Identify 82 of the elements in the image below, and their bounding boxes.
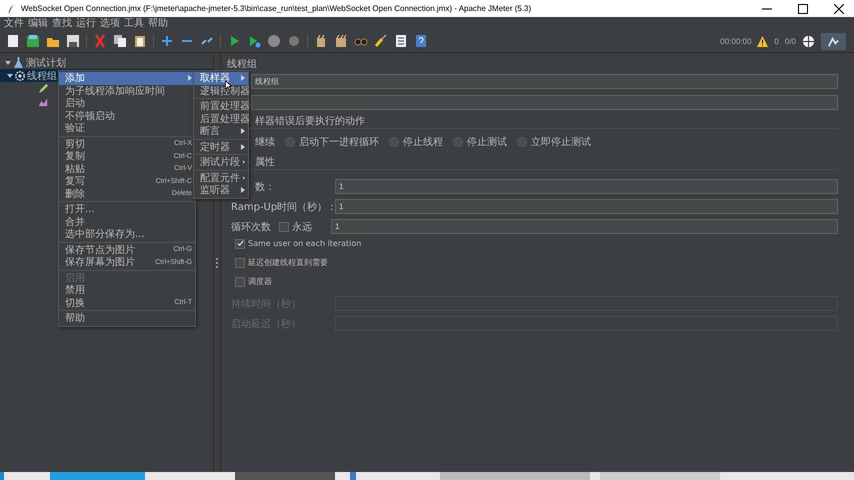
panel-title: 线程组 — [227, 58, 258, 71]
comment-field[interactable] — [251, 95, 838, 110]
menu-item[interactable]: 监听器 — [194, 184, 248, 196]
menu-item[interactable]: 编辑 — [28, 17, 48, 30]
save-icon[interactable] — [66, 34, 80, 48]
input-field[interactable]: 1 — [331, 219, 838, 234]
window-title: WebSocket Open Connection.jmx (F:\jmeter\apache-jmeter-5.3\bin\case_run\test_plan\WebSocket Open Connection.jmx) - Apache JMeter (5.3) — [21, 4, 532, 13]
flask-icon — [14, 57, 23, 68]
checkbox[interactable]: 调度器 — [235, 276, 272, 287]
menu-item[interactable]: 配置元件 — [194, 172, 248, 184]
tree-item[interactable]: 测试计划 — [26, 56, 66, 70]
chart-icon[interactable] — [38, 96, 48, 106]
menu-item[interactable]: 不停顿启动 — [59, 110, 195, 122]
input-field[interactable]: 1 — [335, 179, 838, 194]
radio-button[interactable]: 停止线程 — [389, 135, 443, 149]
menu-item[interactable]: 文件 — [4, 17, 24, 30]
splitter-handle-icon[interactable] — [216, 258, 218, 268]
remote-icon — [827, 34, 840, 48]
radio-button[interactable]: 启动下一进程循环 — [285, 135, 379, 149]
menu-item[interactable]: 帮助 — [59, 312, 195, 324]
input-field[interactable]: 1 — [335, 199, 838, 214]
help-icon[interactable] — [414, 34, 428, 48]
menu-item[interactable]: 打开... — [59, 203, 195, 216]
menu-item[interactable]: 工具 — [124, 17, 144, 30]
menu-item[interactable]: 禁用 — [59, 284, 195, 296]
stop-icon[interactable] — [267, 34, 281, 48]
checkbox[interactable]: 永远 — [279, 220, 327, 234]
clear-icon[interactable] — [314, 34, 328, 48]
radio-button[interactable]: 停止测试 — [453, 135, 507, 149]
menu-item[interactable]: 帮助 — [148, 17, 168, 30]
menu-item[interactable]: 验证 — [59, 122, 195, 134]
reset-search-icon[interactable] — [374, 34, 388, 48]
submenu-arrow-icon — [241, 128, 245, 134]
name-field[interactable]: 线程组 — [251, 74, 838, 89]
checkbox[interactable]: Same user on each iteration — [235, 238, 362, 248]
expand-icon[interactable] — [160, 34, 174, 48]
warning-icon[interactable] — [757, 36, 768, 46]
submenu-arrow-icon — [241, 75, 245, 82]
section-title: 样器错误后要执行的动作 — [255, 116, 365, 127]
menu-item[interactable]: 选项 — [100, 17, 120, 30]
menu-item[interactable]: 断言 — [194, 125, 248, 138]
menu-item[interactable]: 后置处理器 — [194, 112, 248, 125]
menu-item[interactable]: 为子线程添加响应时间 — [59, 84, 195, 97]
elapsed-time: 00:00:00 — [720, 36, 752, 46]
new-icon[interactable] — [6, 34, 20, 48]
maximize-icon[interactable] — [798, 4, 808, 14]
field-label: 数： — [255, 180, 276, 194]
template-icon[interactable] — [26, 34, 40, 48]
expand-arrow-icon[interactable] — [5, 60, 11, 66]
close-icon[interactable] — [834, 4, 844, 14]
function-icon[interactable] — [394, 34, 408, 48]
menu-item[interactable]: 添加 — [59, 72, 195, 84]
thread-count: 0/0 — [784, 36, 796, 46]
radio-label[interactable]: 继续 — [255, 135, 275, 149]
remote-button[interactable] — [821, 32, 846, 50]
menu-item[interactable]: 运行 — [76, 17, 96, 30]
tree-item[interactable]: 线程组 — [27, 68, 57, 82]
clear-all-icon[interactable] — [334, 34, 348, 48]
menu-item[interactable]: 前置处理器 — [194, 100, 248, 112]
field-label: Ramp-Up时间（秒）： — [230, 200, 331, 214]
checkmark-icon — [236, 240, 244, 247]
copy-icon[interactable] — [113, 34, 127, 48]
field-label: 循环次数 — [230, 220, 272, 234]
menu-item[interactable]: 测试片段 — [194, 156, 248, 168]
radio-button[interactable]: 立即停止测试 — [517, 135, 591, 149]
expand-arrow-icon[interactable] — [7, 72, 13, 78]
warning-count: 0 — [774, 36, 779, 46]
menu-item[interactable]: 选中部分保存为... — [59, 228, 195, 240]
globe-icon[interactable] — [802, 34, 815, 48]
section-title: 属性 — [255, 157, 275, 168]
gear-icon — [15, 70, 25, 80]
submenu-arrow-icon — [243, 159, 245, 166]
menu-item[interactable]: 查找 — [52, 17, 72, 30]
menu-item[interactable]: 合并 — [59, 216, 195, 228]
menu-item[interactable]: 定时器 — [194, 140, 248, 153]
menu-item[interactable]: 取样器 — [194, 72, 248, 84]
start-no-pause-icon[interactable] — [247, 34, 261, 48]
feather-icon — [7, 4, 15, 14]
paste-icon[interactable] — [133, 34, 147, 48]
submenu-arrow-icon — [241, 144, 245, 150]
menu-item[interactable]: 启动 — [59, 97, 195, 110]
checkbox[interactable]: 延迟创建线程直到需要 — [235, 257, 328, 268]
